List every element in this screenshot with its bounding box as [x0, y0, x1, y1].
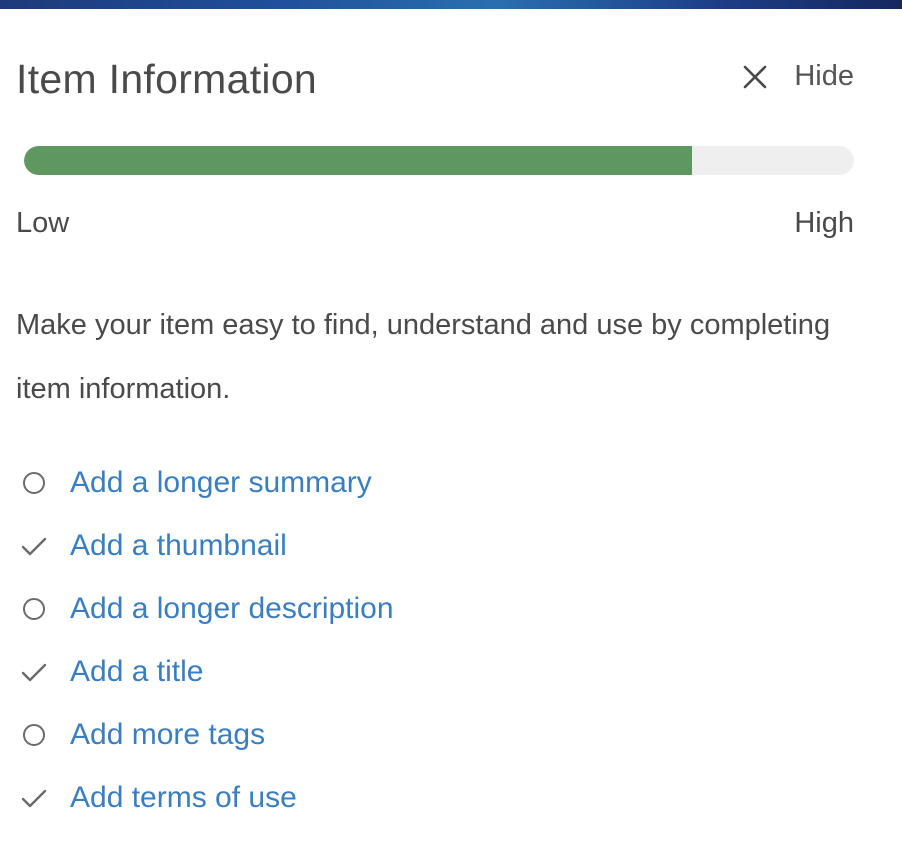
top-banner	[0, 0, 902, 9]
completeness-progress-bar	[24, 146, 854, 175]
checklist-item-link[interactable]: Add a longer description	[70, 592, 394, 626]
panel-header: Item Information Hide	[16, 9, 854, 137]
panel-title: Item Information	[16, 56, 318, 102]
checklist-item: Add terms of use	[16, 766, 854, 829]
hide-label: Hide	[794, 60, 854, 92]
checklist-item: Add more tags	[16, 703, 854, 766]
checklist-item-link[interactable]: Add a title	[70, 655, 203, 689]
item-information-panel: Item Information Hide Low High Make your…	[16, 9, 854, 814]
checklist-item: Add a title	[16, 640, 854, 703]
hide-button[interactable]: Hide	[742, 60, 854, 93]
progress-scale: Low High	[16, 207, 854, 240]
check-icon	[16, 528, 52, 564]
check-icon	[16, 780, 52, 816]
progress-fill	[24, 146, 693, 175]
scale-low-label: Low	[16, 207, 70, 239]
circle-icon	[16, 591, 52, 627]
close-icon	[744, 65, 767, 88]
circle-icon	[16, 465, 52, 501]
checklist-item: Add a thumbnail	[16, 514, 854, 577]
checklist-item-link[interactable]: Add terms of use	[70, 781, 297, 815]
scale-high-label: High	[794, 207, 854, 239]
checklist-item-link[interactable]: Add more tags	[70, 718, 265, 752]
checklist-item-link[interactable]: Add a longer summary	[70, 466, 372, 500]
checklist-item: Add a longer summary	[16, 451, 854, 514]
check-icon	[16, 654, 52, 690]
checklist: Add a longer summary Add a thumbnail Add a…	[16, 451, 854, 829]
circle-icon	[16, 717, 52, 753]
checklist-item: Add a longer description	[16, 577, 854, 640]
panel-description: Make your item easy to find, understand …	[16, 309, 831, 405]
checklist-item-link[interactable]: Add a thumbnail	[70, 529, 287, 563]
